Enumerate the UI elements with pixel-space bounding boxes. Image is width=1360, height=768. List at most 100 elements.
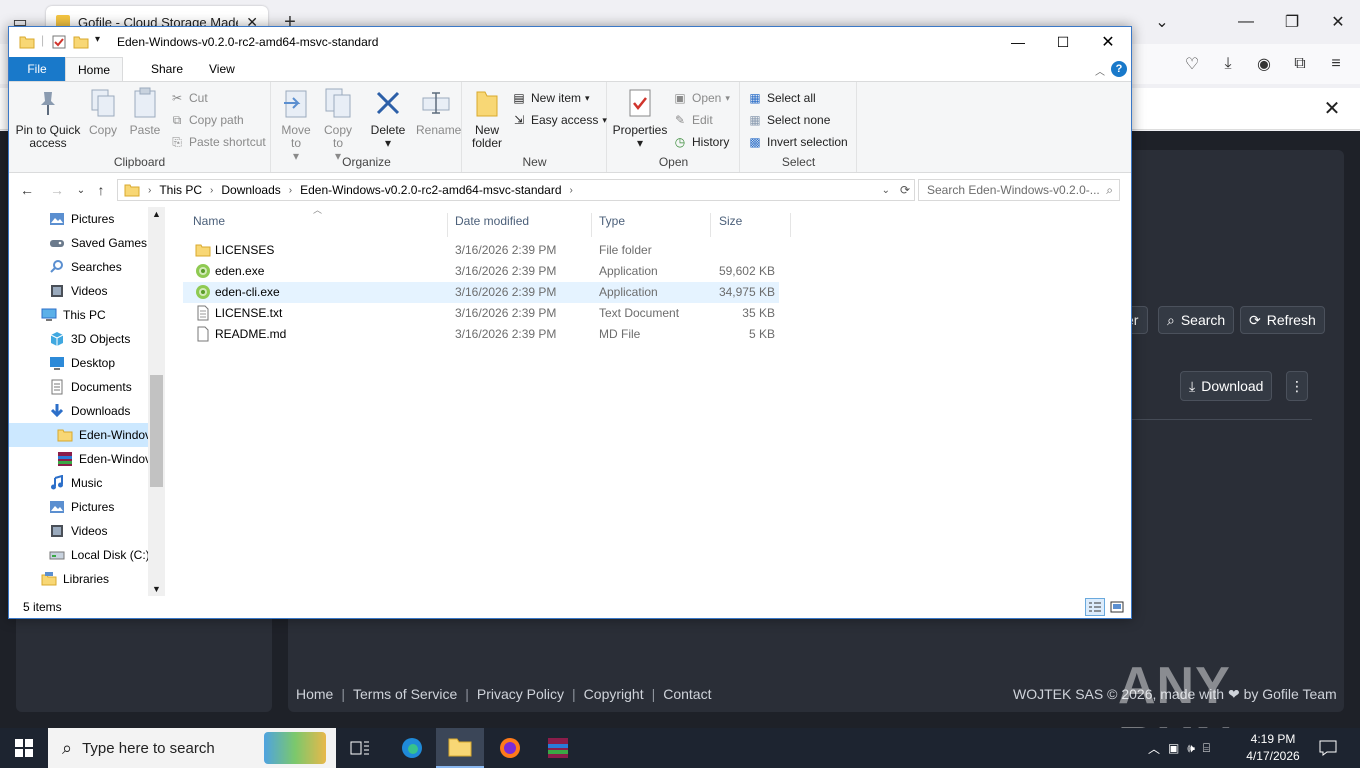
copy-path-button[interactable]: ⧉ Copy path (169, 110, 244, 130)
nav-tree-item[interactable]: Eden-Windov (9, 423, 148, 447)
large-icons-view-icon[interactable] (1107, 598, 1127, 616)
notification-close-icon[interactable]: ✕ (1320, 96, 1344, 120)
address-dropdown-icon[interactable]: ⌄ (882, 185, 890, 196)
extensions-icon[interactable]: ⧉ (1288, 52, 1312, 76)
task-view-icon[interactable] (336, 728, 384, 768)
file-row[interactable]: eden-cli.exe 3/16/2026 2:39 PM Application… (183, 282, 779, 303)
nav-tree-item[interactable]: Downloads (9, 399, 148, 423)
new-item-button[interactable]: ▤ New item ▾ (511, 88, 589, 108)
scroll-up-icon[interactable]: ▲ (152, 209, 161, 219)
download-button[interactable]: ⤓ Download (1180, 371, 1273, 401)
footer-link-privacy[interactable]: Privacy Policy (477, 686, 564, 702)
more-options-button[interactable]: ⋮ (1286, 371, 1308, 401)
cut-button[interactable]: ✂ Cut (169, 88, 208, 108)
file-row[interactable]: eden.exe 3/16/2026 2:39 PM Application 59,6… (183, 261, 779, 282)
invert-selection-button[interactable]: ▩ Invert selection (747, 132, 847, 152)
qat-dropdown-icon[interactable]: ▾ (95, 34, 100, 45)
nav-tree-item[interactable]: 3D Objects (9, 327, 148, 351)
nav-tree-item[interactable]: Pictures (9, 207, 148, 231)
new-folder-button[interactable]: New folder (467, 86, 507, 150)
copy-to-button[interactable]: Copy to ▾ (320, 86, 356, 163)
scrollbar-thumb[interactable] (150, 375, 163, 487)
nav-tree-item[interactable]: Desktop (9, 351, 148, 375)
tab-file[interactable]: File (9, 57, 65, 81)
paste-button[interactable]: Paste (127, 86, 163, 137)
firefox-icon[interactable] (486, 728, 534, 768)
file-explorer-taskbar-icon[interactable] (436, 728, 484, 768)
download-icon[interactable]: ⤓ (1216, 52, 1240, 76)
network-icon[interactable]: ⌸ (1203, 741, 1210, 756)
refresh-icon[interactable]: ⟳ (900, 183, 910, 197)
menu-icon[interactable]: ≡ (1324, 52, 1348, 76)
nav-tree-item[interactable]: Videos (9, 279, 148, 303)
paste-shortcut-button[interactable]: ⎘ Paste shortcut (169, 132, 266, 152)
select-none-button[interactable]: ▦ Select none (747, 110, 830, 130)
delete-button[interactable]: Delete ▾ (370, 86, 406, 150)
list-tabs-icon[interactable]: ⌄ (1142, 8, 1182, 36)
pocket-icon[interactable]: ♡ (1180, 52, 1204, 76)
nav-tree-item[interactable]: Eden-Windov (9, 447, 148, 471)
recent-locations-icon[interactable]: ⌄ (71, 180, 91, 200)
account-icon[interactable]: ◉ (1252, 52, 1276, 76)
properties-button[interactable]: Properties ▾ (612, 86, 668, 150)
select-all-button[interactable]: ▦ Select all (747, 88, 815, 108)
column-header-date-modified[interactable]: Date modified (447, 213, 592, 237)
pin-quick-access-button[interactable]: Pin to Quick access (15, 86, 81, 150)
explorer-minimize-icon[interactable]: — (995, 27, 1041, 57)
back-arrow-icon[interactable]: ← (17, 180, 37, 200)
nav-tree-item[interactable]: Local Disk (C:) (9, 543, 148, 567)
history-button[interactable]: ◷ History (672, 132, 730, 152)
collapse-ribbon-icon[interactable]: ︿ (1095, 63, 1105, 78)
search-button[interactable]: ⌕ Search (1158, 306, 1235, 334)
volume-icon[interactable]: 🕪 (1187, 741, 1195, 756)
details-view-icon[interactable] (1085, 598, 1105, 616)
notification-center-icon[interactable] (1316, 736, 1340, 760)
search-input[interactable]: Search Eden-Windows-v0.2.0-... ⌕ (918, 179, 1120, 201)
nav-tree-item[interactable]: Music (9, 471, 148, 495)
explorer-close-icon[interactable]: ✕ (1085, 27, 1131, 57)
move-to-button[interactable]: Move to ▾ (278, 86, 314, 163)
minimize-icon[interactable]: — (1226, 8, 1266, 36)
refresh-button[interactable]: ⟳ Refresh (1240, 306, 1325, 334)
column-header-size[interactable]: Size (711, 213, 791, 237)
file-row[interactable]: README.md 3/16/2026 2:39 PM MD File 5 KB (183, 324, 779, 345)
taskbar-search-box[interactable]: ⌕ Type here to search (48, 728, 336, 768)
tab-share[interactable]: Share (137, 57, 197, 81)
address-bar[interactable]: › This PC › Downloads › Eden-Windows-v0.… (117, 179, 915, 201)
footer-link-terms[interactable]: Terms of Service (353, 686, 457, 702)
explorer-maximize-icon[interactable]: ☐ (1040, 27, 1086, 57)
properties-quick-icon[interactable] (51, 34, 67, 50)
nav-tree-item[interactable]: Libraries (9, 567, 148, 591)
forward-arrow-icon[interactable]: → (47, 180, 67, 200)
scroll-down-icon[interactable]: ▼ (152, 584, 161, 594)
up-arrow-icon[interactable]: ↑ (91, 180, 111, 200)
nav-tree-item[interactable]: Videos (9, 519, 148, 543)
winrar-icon[interactable] (534, 728, 582, 768)
breadcrumb-current-folder[interactable]: Eden-Windows-v0.2.0-rc2-amd64-msvc-stand… (300, 183, 561, 197)
nav-tree-item[interactable]: Searches (9, 255, 148, 279)
copy-button[interactable]: Copy (85, 86, 121, 137)
footer-link-home[interactable]: Home (296, 686, 333, 702)
footer-link-copyright[interactable]: Copyright (584, 686, 644, 702)
open-button[interactable]: ▣ Open ▾ (672, 88, 730, 108)
breadcrumb-this-pc[interactable]: This PC (159, 183, 202, 197)
nav-tree-item[interactable]: Saved Games (9, 231, 148, 255)
nav-tree-item[interactable]: Pictures (9, 495, 148, 519)
restore-icon[interactable]: ❐ (1272, 8, 1312, 36)
new-folder-quick-icon[interactable] (73, 34, 89, 50)
easy-access-button[interactable]: ⇲ Easy access ▾ (511, 110, 607, 130)
column-header-name[interactable]: Name (185, 213, 448, 237)
rename-button[interactable]: Rename (416, 86, 461, 137)
breadcrumb-downloads[interactable]: Downloads (221, 183, 280, 197)
footer-link-contact[interactable]: Contact (663, 686, 711, 702)
chevron-up-icon[interactable]: ︿ (1148, 740, 1160, 757)
meet-now-icon[interactable]: ▣ (1168, 741, 1179, 755)
file-row[interactable]: LICENSES 3/16/2026 2:39 PM File folder (183, 240, 779, 261)
edge-icon[interactable] (388, 728, 436, 768)
tab-home[interactable]: Home (65, 57, 123, 81)
nav-tree-item[interactable]: This PC (9, 303, 148, 327)
file-row[interactable]: LICENSE.txt 3/16/2026 2:39 PM Text Documen… (183, 303, 779, 324)
taskbar-clock[interactable]: 4:19 PM 4/17/2026 (1236, 731, 1310, 765)
edit-button[interactable]: ✎ Edit (672, 110, 713, 130)
column-header-type[interactable]: Type (591, 213, 711, 237)
